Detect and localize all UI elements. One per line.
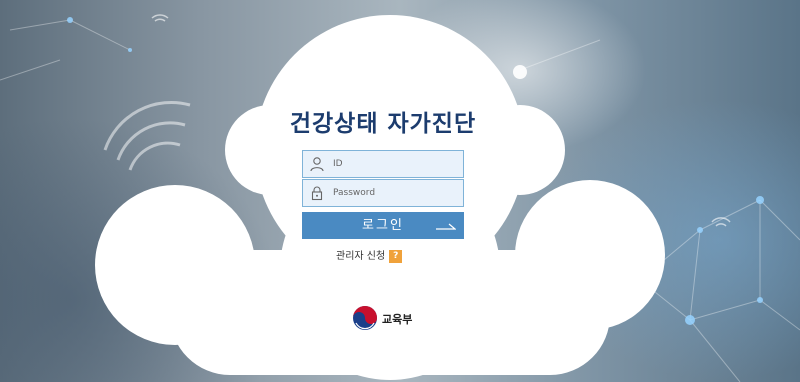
password-field[interactable] xyxy=(302,179,464,207)
help-badge-icon[interactable]: ? xyxy=(389,249,403,263)
user-icon xyxy=(310,157,324,172)
admin-apply-link[interactable]: 관리자 신청? xyxy=(336,247,403,263)
arrow-right-icon xyxy=(436,223,456,230)
login-button[interactable]: 로그인 xyxy=(302,212,464,239)
lock-icon xyxy=(311,186,323,201)
ministry-name: 교육부 xyxy=(382,313,413,326)
taegeuk-emblem-icon xyxy=(353,306,377,330)
id-input[interactable] xyxy=(333,151,461,177)
admin-apply-label: 관리자 신청 xyxy=(336,251,386,262)
password-input[interactable] xyxy=(333,180,461,206)
login-page: 건강상태 자가진단 로그인 관리자 신청? 교육부 xyxy=(0,0,800,382)
page-title: 건강상태 자가진단 xyxy=(289,111,477,137)
id-field[interactable] xyxy=(302,150,464,178)
login-button-label: 로그인 xyxy=(362,218,404,233)
